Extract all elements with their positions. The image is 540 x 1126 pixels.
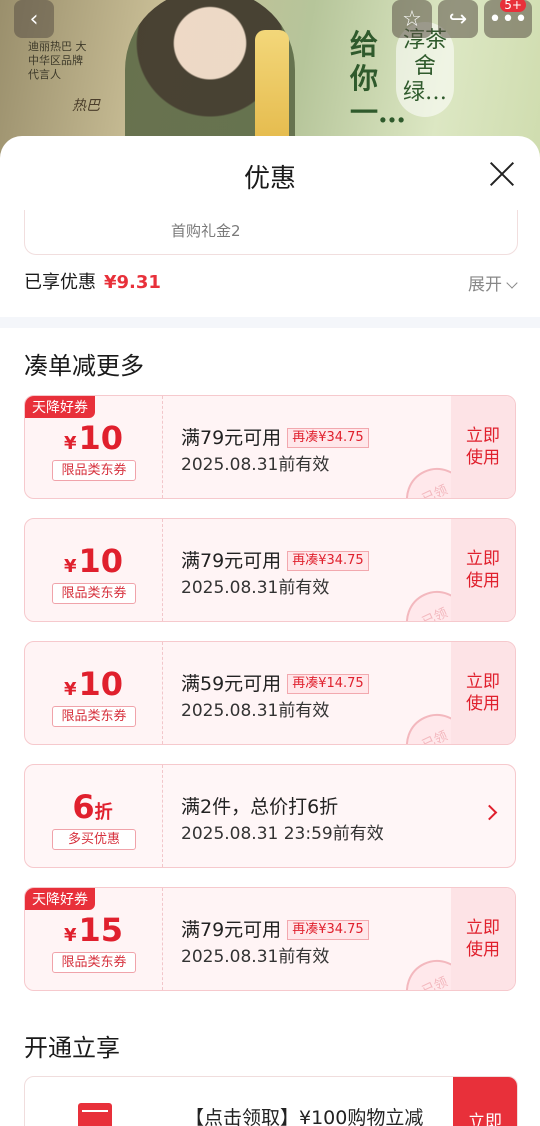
coupon-amount: 6折 [72,788,113,826]
coupon-condition: 满79元可用 再凑¥34.75 [181,546,369,573]
offers-sheet: 优惠 首购礼金2 已享优惠 ¥9.31 展开 凑单减更多 天降好券 ¥10 限品类… [0,136,540,1126]
notification-badge: 5+ [500,0,526,12]
enjoyed-label: 已享优惠 [24,272,96,293]
share-button[interactable]: ↪ [438,0,478,38]
coupon-extra: 再凑¥34.75 [287,428,369,448]
gift-label: 首购礼金2 [171,222,241,240]
coupon-card[interactable]: 天降好券 ¥15 限品类东券 满79元可用 再凑¥34.75 2025.08.31… [24,887,516,991]
coupon-ribbon: 天降好券 [25,396,95,418]
coupon-date: 2025.08.31前有效 [181,455,330,475]
coupon-value-panel: ¥10 限品类东券 [25,642,163,744]
coupon-tag: 限品类东券 [52,460,136,481]
coupon-value-panel: 天降好券 ¥15 限品类东券 [25,888,163,990]
coupon-amount: ¥15 [63,911,124,949]
expand-label: 展开 [468,275,502,295]
coupon-condition: 满79元可用 再凑¥34.75 [181,915,369,942]
coupon-extra: 再凑¥34.75 [287,551,369,571]
share-icon: ↪ [448,6,468,32]
coupon-extra: 再凑¥34.75 [287,920,369,940]
coupon-ribbon: 天降好券 [25,888,95,910]
close-icon[interactable] [488,160,516,188]
card-icon [78,1103,112,1126]
enjoyed-amount: ¥9.31 [104,272,161,293]
membership-offer-text: 【点击领取】¥100购物立减 [185,1107,424,1126]
back-icon: ‹ [29,6,39,32]
coupon-tag: 限品类东券 [52,952,136,973]
coupon-condition: 满2件，总价打6折 [181,796,339,818]
product-bottle-image [255,30,289,150]
section-divider [0,317,540,328]
coupon-tag: 多买优惠 [52,829,136,850]
coupon-amount: ¥10 [63,419,124,457]
favorite-button[interactable]: ☆ [392,0,432,38]
coupon-value-panel: ¥10 限品类东券 [25,519,163,621]
more-button[interactable]: ••• 5+ [484,0,532,38]
coupon-extra: 再凑¥14.75 [287,674,369,694]
coupon-date: 2025.08.31 23:59前有效 [181,824,384,844]
back-button[interactable]: ‹ [14,0,54,38]
coupon-value-panel: 6折 多买优惠 [25,765,163,867]
chevron-right-icon[interactable] [481,804,498,821]
sheet-title: 优惠 [243,164,296,194]
enjoyed-discount: 已享优惠 ¥9.31 [24,268,161,294]
coupon-card[interactable]: 天降好券 ¥10 限品类东券 满79元可用 再凑¥34.75 2025.08.31… [24,395,516,499]
banner-signature: 热巴 [72,98,100,114]
use-now-button[interactable]: 立即使用 [451,888,515,990]
gift-card: 首购礼金2 [24,210,518,255]
banner-side-text: 迪丽热巴 大中华区品牌代言人 [28,40,87,81]
coupon-date: 2025.08.31前有效 [181,947,330,967]
section-title-membership: 开通立享 [24,1034,120,1062]
multi-buy-offer[interactable]: 6折 多买优惠 满2件，总价打6折 2025.08.31 23:59前有效 [24,764,516,868]
coupon-condition: 满79元可用 再凑¥34.75 [181,423,369,450]
use-now-button[interactable]: 立即使用 [451,519,515,621]
coupon-condition: 满59元可用 再凑¥14.75 [181,669,369,696]
coupon-date: 2025.08.31前有效 [181,701,330,721]
coupon-date: 2025.08.31前有效 [181,578,330,598]
coupon-card[interactable]: ¥10 限品类东券 满79元可用 再凑¥34.75 2025.08.31前有效 已… [24,518,516,622]
expand-button[interactable]: 展开 [468,270,518,295]
star-icon: ☆ [402,6,422,32]
banner-slogan: 给你一… [350,28,407,129]
coupon-tag: 限品类东券 [52,706,136,727]
coupon-value-panel: 天降好券 ¥10 限品类东券 [25,396,163,498]
coupon-card[interactable]: ¥10 限品类东券 满59元可用 再凑¥14.75 2025.08.31前有效 已… [24,641,516,745]
coupon-tag: 限品类东券 [52,583,136,604]
use-now-button[interactable]: 立即使用 [451,642,515,744]
section-title-more: 凑单减更多 [24,352,144,380]
coupon-amount: ¥10 [63,542,124,580]
membership-offer-card[interactable]: 【点击领取】¥100购物立减 立即 [24,1076,518,1126]
claim-button[interactable]: 立即 [453,1077,517,1126]
coupon-amount: ¥10 [63,665,124,703]
chevron-down-icon [506,277,518,289]
use-now-button[interactable]: 立即使用 [451,396,515,498]
